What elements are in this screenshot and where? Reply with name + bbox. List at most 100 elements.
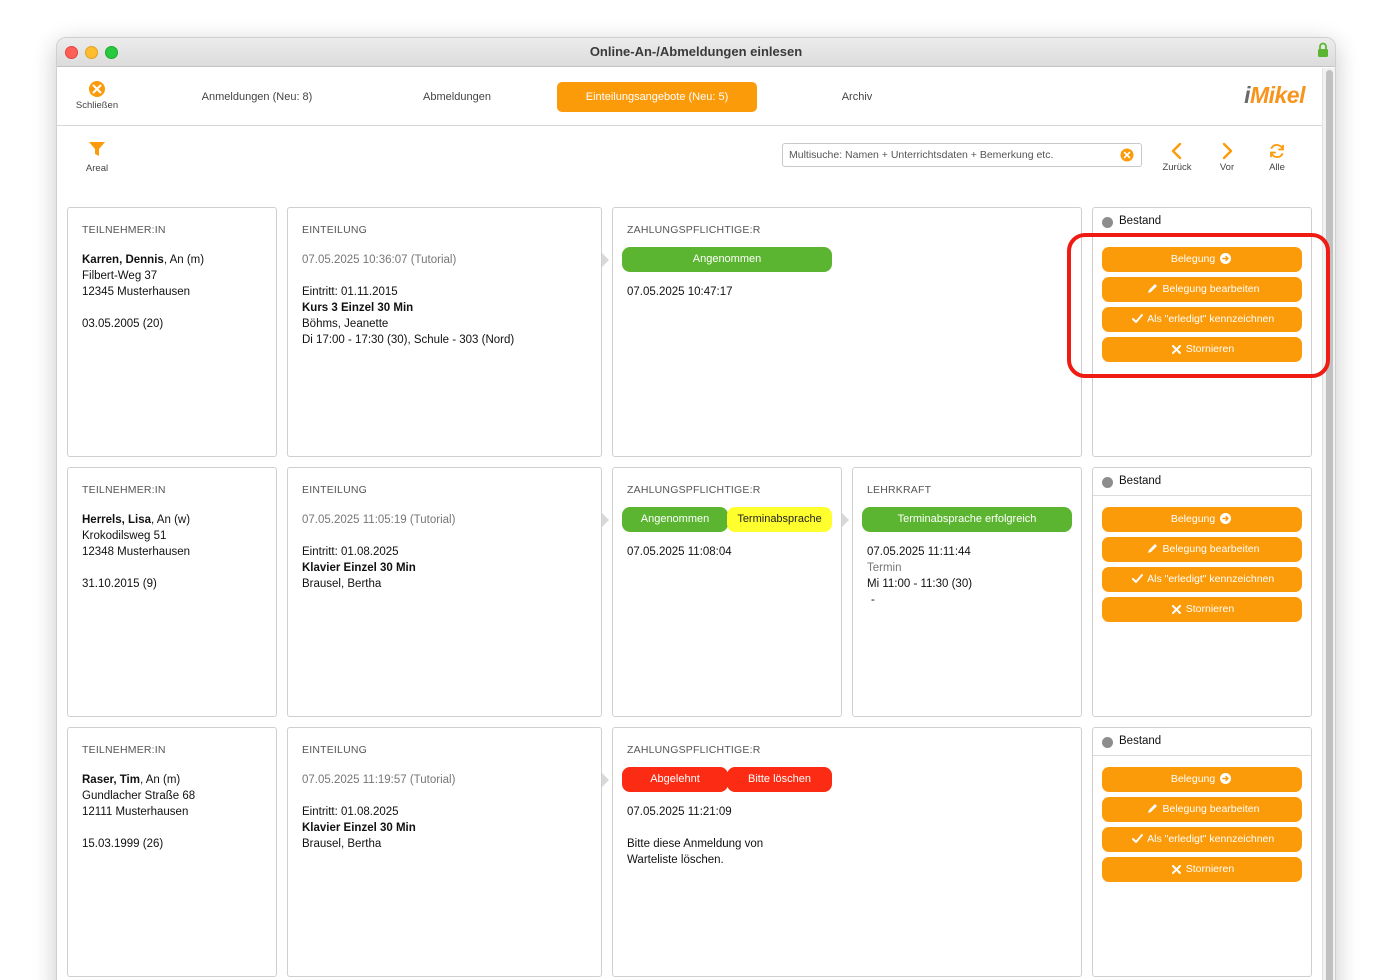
mark-done-button[interactable]: Als "erledigt" kennzeichnen <box>1102 567 1302 592</box>
back-label: Zurück <box>1162 162 1192 173</box>
assignment-timestamp: 07.05.2025 11:05:19 (Tutorial) <box>302 514 456 526</box>
title-bar: Online-An-/Abmeldungen einlesen <box>57 38 1335 67</box>
participant-street: Filbert-Weg 37 <box>82 270 158 282</box>
chevron-right-icon <box>1222 142 1233 160</box>
teacher-termin-slot: Mi 11:00 - 11:30 (30) <box>867 578 973 590</box>
payer-timestamp: 07.05.2025 11:21:09 <box>627 806 732 818</box>
assignment-timestamp: 07.05.2025 10:36:07 (Tutorial) <box>302 254 457 266</box>
assignment-card: EINTEILUNG 07.05.2025 10:36:07 (Tutorial… <box>287 207 602 457</box>
tab-anmeldungen[interactable]: Anmeldungen (Neu: 8) <box>177 82 337 112</box>
participant-card: TEILNEHMER:IN Raser, Tim, An (m) Gundlac… <box>67 727 277 977</box>
assignment-card: EINTEILUNG 07.05.2025 11:19:57 (Tutorial… <box>287 727 602 977</box>
x-icon <box>1171 865 1181 874</box>
participant-city: 12348 Musterhausen <box>82 546 191 558</box>
belegung-button[interactable]: Belegung <box>1102 507 1302 532</box>
edit-belegung-button[interactable]: Belegung bearbeiten <box>1102 797 1302 822</box>
close-label: Schließen <box>75 100 119 111</box>
refresh-icon <box>1270 144 1284 158</box>
app-window: Online-An-/Abmeldungen einlesen Schließe… <box>56 37 1336 980</box>
status-badge-please-delete: Bitte löschen <box>727 767 832 792</box>
assignment-schedule: Di 17:00 - 17:30 (30), Schule - 303 (Nor… <box>302 334 515 346</box>
status-label: Bestand <box>1119 735 1162 747</box>
payer-note-line1: Bitte diese Anmeldung von <box>627 838 764 850</box>
status-badge-appointment: Terminabsprache <box>727 507 832 532</box>
edit-belegung-button[interactable]: Belegung bearbeiten <box>1102 537 1302 562</box>
forward-label: Vor <box>1219 162 1235 173</box>
areal-filter-button[interactable]: Areal <box>77 140 117 176</box>
assignment-heading: EINTEILUNG <box>302 224 368 236</box>
forward-button[interactable]: Vor <box>1207 142 1247 173</box>
status-dot-icon <box>1102 217 1113 228</box>
participant-street: Krokodilsweg 51 <box>82 530 167 542</box>
status-label: Bestand <box>1119 475 1162 487</box>
x-icon <box>1171 605 1181 614</box>
tab-abmeldungen[interactable]: Abmeldungen <box>377 82 537 112</box>
scrollbar-thumb[interactable] <box>1326 70 1333 980</box>
participant-name: Herrels, Lisa <box>82 514 152 526</box>
annotation-highlight-box <box>1067 233 1330 378</box>
assignment-entry-date: Eintritt: 01.08.2025 <box>302 806 399 818</box>
cancel-button[interactable]: Stornieren <box>1102 597 1302 622</box>
payer-heading: ZAHLUNGSPFLICHTIGE:R <box>627 224 761 236</box>
window-title: Online-An-/Abmeldungen einlesen <box>589 44 803 59</box>
pencil-icon <box>1147 804 1157 813</box>
participant-role: , An (m) <box>163 254 205 266</box>
tab-archiv[interactable]: Archiv <box>777 82 937 112</box>
all-label: Alle <box>1269 162 1285 173</box>
status-panel: Bestand Belegung Belegung bearbeiten Als… <box>1092 727 1312 977</box>
assignment-course: Klavier Einzel 30 Min <box>302 822 416 834</box>
lock-icon <box>1318 42 1328 57</box>
vertical-scrollbar[interactable] <box>1322 68 1335 980</box>
multisearch-input[interactable] <box>782 143 1142 167</box>
payer-heading: ZAHLUNGSPFLICHTIGE:R <box>627 484 761 496</box>
participant-heading: TEILNEHMER:IN <box>82 484 166 496</box>
close-button[interactable]: Schließen <box>67 76 127 111</box>
assignment-course: Klavier Einzel 30 Min <box>302 562 416 574</box>
back-button[interactable]: Zurück <box>1157 142 1197 173</box>
teacher-timestamp: 07.05.2025 11:11:44 <box>867 546 971 558</box>
teacher-termin-extra: - <box>871 594 875 606</box>
checkmark-icon <box>1131 834 1143 843</box>
assignment-details: 07.05.2025 10:36:07 (Tutorial) Eintritt:… <box>302 252 591 348</box>
cancel-button[interactable]: Stornieren <box>1102 857 1302 882</box>
payer-timestamp: 07.05.2025 10:47:17 <box>627 286 733 298</box>
chevron-left-icon <box>1171 142 1182 160</box>
participant-birthdate: 31.10.2015 (9) <box>82 578 157 590</box>
status-panel: Bestand Belegung Belegung bearbeiten Als… <box>1092 467 1312 717</box>
participant-birthdate: 15.03.1999 (26) <box>82 838 164 850</box>
assignment-details: 07.05.2025 11:19:57 (Tutorial) Eintritt:… <box>302 772 591 852</box>
participant-heading: TEILNEHMER:IN <box>82 744 166 756</box>
all-button[interactable]: Alle <box>1257 142 1297 173</box>
status-label: Bestand <box>1119 215 1162 227</box>
participant-details: Raser, Tim, An (m) Gundlacher Straße 68 … <box>82 772 266 852</box>
assignment-card: EINTEILUNG 07.05.2025 11:05:19 (Tutorial… <box>287 467 602 717</box>
participant-details: Karren, Dennis, An (m) Filbert-Weg 37 12… <box>82 252 266 332</box>
assignment-teacher: Böhms, Jeanette <box>302 318 389 330</box>
payer-details: 07.05.2025 10:47:17 <box>627 284 1071 300</box>
participant-street: Gundlacher Straße 68 <box>82 790 196 802</box>
flow-arrow <box>602 773 609 787</box>
status-dot-icon <box>1102 477 1113 488</box>
imikel-logo: iMikel <box>1244 82 1305 108</box>
filter-funnel-icon <box>89 142 105 156</box>
participant-heading: TEILNEHMER:IN <box>82 224 166 236</box>
status-badge-accepted: Angenommen <box>622 507 728 532</box>
assignment-teacher: Brausel, Bertha <box>302 838 382 850</box>
participant-card: TEILNEHMER:IN Karren, Dennis, An (m) Fil… <box>67 207 277 457</box>
participant-city: 12345 Musterhausen <box>82 286 191 298</box>
assignment-entry-date: Eintritt: 01.11.2015 <box>302 286 398 298</box>
flow-arrow <box>842 513 849 527</box>
belegung-button[interactable]: Belegung <box>1102 767 1302 792</box>
tab-einteilungsangebote[interactable]: Einteilungsangebote (Neu: 5) <box>557 82 757 112</box>
flow-arrow <box>602 253 609 267</box>
assignment-timestamp: 07.05.2025 11:19:57 (Tutorial) <box>302 774 456 786</box>
clear-search-icon[interactable] <box>1120 148 1134 162</box>
participant-role: , An (m) <box>139 774 181 786</box>
assignment-entry-date: Eintritt: 01.08.2025 <box>302 546 399 558</box>
payer-heading: ZAHLUNGSPFLICHTIGE:R <box>627 744 761 756</box>
mark-done-button[interactable]: Als "erledigt" kennzeichnen <box>1102 827 1302 852</box>
participant-birthdate: 03.05.2005 (20) <box>82 318 164 330</box>
close-circle-icon <box>89 81 105 97</box>
participant-card: TEILNEHMER:IN Herrels, Lisa, An (w) Krok… <box>67 467 277 717</box>
filter-bar: Areal Zurück Vor Alle <box>57 128 1323 188</box>
